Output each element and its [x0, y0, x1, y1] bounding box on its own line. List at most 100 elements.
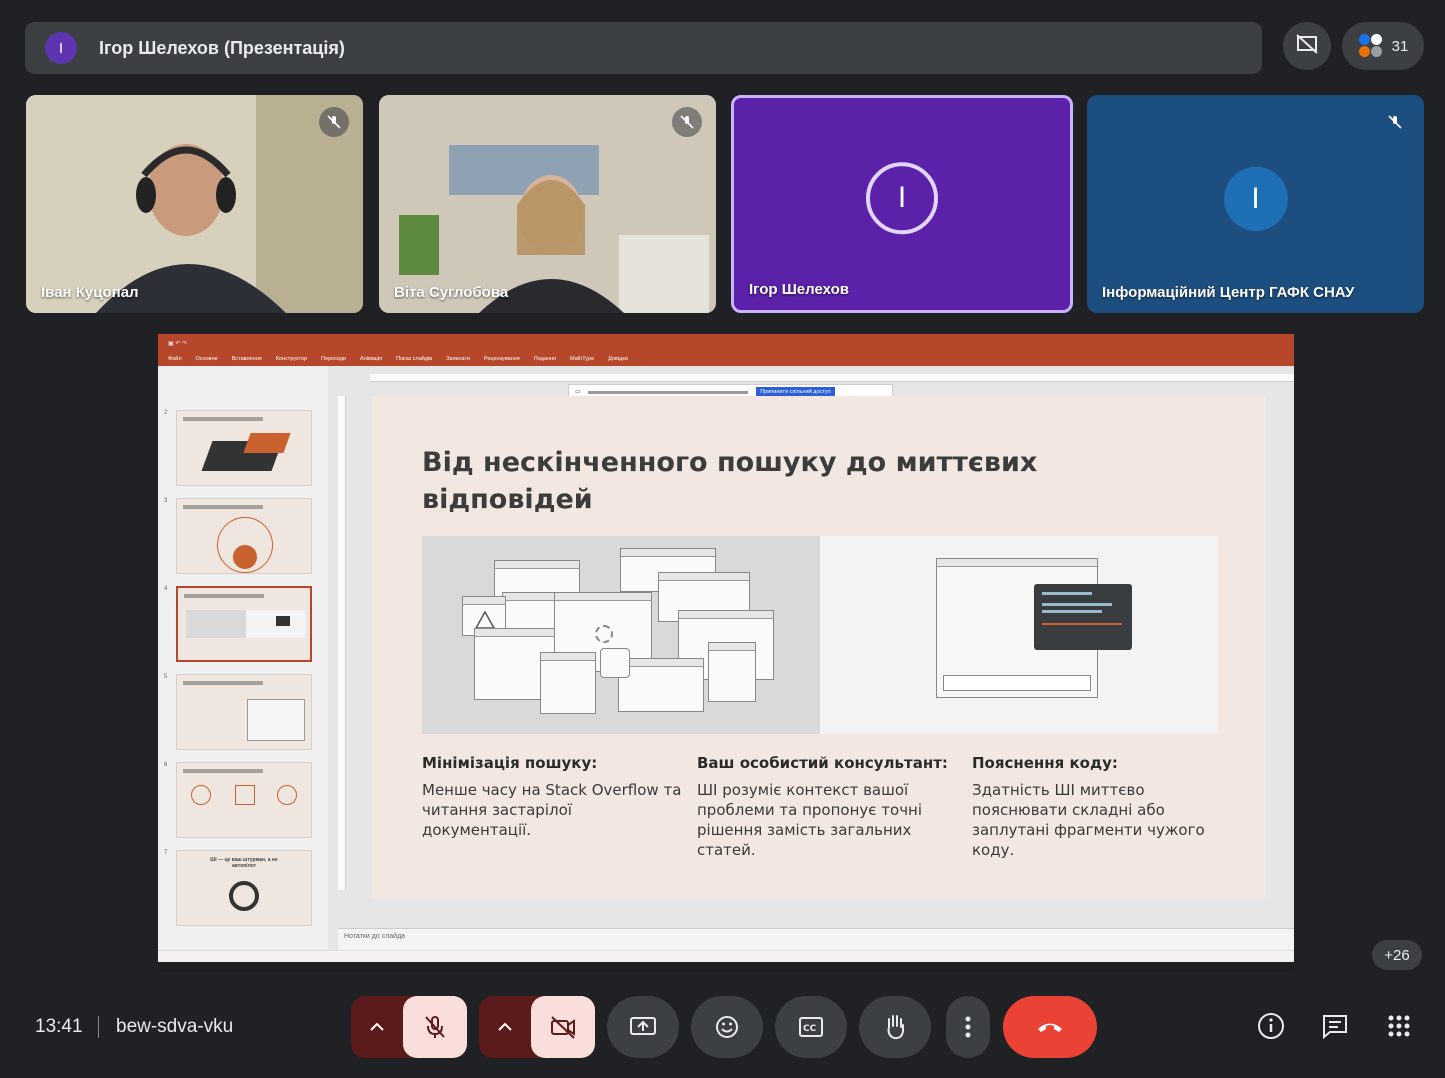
participant-video [26, 95, 363, 313]
windows-taskbar [158, 962, 1294, 972]
ribbon-tab: MathType [570, 356, 594, 362]
thumb-number: 7 [164, 850, 167, 856]
participant-name: Іван Куцопал [41, 284, 139, 301]
participant-avatars-icon [1358, 33, 1384, 59]
activities-button[interactable] [1383, 1010, 1415, 1042]
thumb-number: 6 [164, 762, 167, 768]
thumb-number: 2 [164, 410, 167, 416]
slide-thumbnails: 2 3 4 5 6 [158, 366, 328, 950]
notice-text [588, 391, 748, 394]
meeting-code: bew-sdva-vku [116, 1016, 233, 1038]
meeting-time: 13:41 [35, 1016, 83, 1038]
leave-call-button[interactable] [1003, 996, 1097, 1058]
chat-icon [1321, 1013, 1349, 1039]
slide-column: Мінімізація пошуку: Менше часу на Stack … [422, 754, 682, 840]
participant-avatar: І [1224, 167, 1288, 231]
participant-name: Віта Суглобова [394, 284, 508, 301]
camera-toggle-button[interactable] [531, 996, 595, 1058]
participant-tile[interactable]: Іван Куцопал [26, 95, 363, 313]
ppt-statusbar [158, 950, 1294, 962]
emoji-icon [714, 1014, 740, 1040]
ppt-ribbon: Файл Основне Вставлення Конструктор Пере… [158, 352, 1294, 366]
presentation-off-icon [1295, 33, 1319, 60]
vertical-ruler [338, 396, 346, 890]
presentation-title: Ігор Шелехов (Презентація) [99, 38, 345, 59]
save-icon: ▣ ↶ ↷ [168, 340, 187, 347]
column-text: ШІ розуміє контекст вашої проблеми та пр… [697, 780, 957, 860]
column-text: Менше часу на Stack Overflow та читання … [422, 780, 682, 840]
ribbon-tab: Анімація [360, 356, 382, 362]
slide-thumbnail-selected [176, 586, 312, 662]
captions-button[interactable]: CC [775, 996, 847, 1058]
video-options-button[interactable] [479, 996, 531, 1058]
ribbon-tab: Вставлення [232, 356, 262, 362]
slide-thumbnail [176, 498, 312, 574]
more-options-button[interactable] [946, 996, 990, 1058]
svg-text:CC: CC [803, 1024, 817, 1034]
camera-control [479, 996, 595, 1058]
thumb-title: ШІ — це ваш штурман, а не автопілот [199, 857, 289, 869]
thumb-number: 4 [164, 586, 167, 592]
participant-tile[interactable]: Віта Суглобова [379, 95, 716, 313]
thumb-number: 5 [164, 674, 167, 680]
mic-off-icon [319, 107, 349, 137]
participants-button[interactable]: 31 [1342, 22, 1424, 70]
slide-column: Пояснення коду: Здатність ШІ миттєво поя… [972, 754, 1232, 860]
ribbon-tab: Записати [446, 356, 470, 362]
participant-avatar: І [866, 162, 938, 234]
horizontal-ruler [370, 374, 1294, 382]
slide-thumbnail: ШІ — це ваш штурман, а не автопілот [176, 850, 312, 926]
slide-notes: Нотатки до слайда [338, 928, 1294, 950]
mic-off-icon [422, 1014, 448, 1040]
mic-off-icon [1380, 107, 1410, 137]
participant-tile[interactable]: І Інформаційний Центр ГАФК СНАУ [1087, 95, 1424, 313]
audio-options-button[interactable] [351, 996, 403, 1058]
microphone-control [351, 996, 467, 1058]
more-vertical-icon [965, 1016, 971, 1038]
participants-count: 31 [1392, 38, 1409, 55]
column-heading: Пояснення коду: [972, 754, 1232, 772]
column-heading: Мінімізація пошуку: [422, 754, 682, 772]
participant-tile-active-speaker[interactable]: І Ігор Шелехов [731, 95, 1073, 313]
ribbon-tab: Основне [196, 356, 218, 362]
ribbon-tab: Рецензування [484, 356, 520, 362]
current-slide: Від нескінченного пошуку до миттєвих від… [372, 396, 1266, 898]
ribbon-tab: Переходи [321, 356, 346, 362]
ppt-titlebar: ▣ ↶ ↷ [158, 334, 1294, 352]
ribbon-tab: Показ слайдів [396, 356, 432, 362]
camera-off-icon [549, 1015, 577, 1039]
more-participants-badge[interactable]: +26 [1372, 940, 1422, 970]
chevron-up-icon [498, 1022, 512, 1032]
participant-video [379, 95, 716, 313]
ppt-workspace: 2 3 4 5 6 [158, 366, 1294, 950]
column-heading: Ваш особистий консультант: [697, 754, 957, 772]
column-text: Здатність ШІ миттєво пояснювати складні … [972, 780, 1232, 860]
chat-button[interactable] [1319, 1010, 1351, 1042]
raise-hand-icon [882, 1013, 908, 1041]
search-illustration [422, 536, 820, 734]
slide-thumbnail [176, 762, 312, 838]
presenter-avatar: І [45, 32, 77, 64]
slide-thumbnail [176, 674, 312, 750]
microphone-toggle-button[interactable] [403, 996, 467, 1058]
chevron-up-icon [370, 1022, 384, 1032]
ribbon-tab: Довідка [608, 356, 628, 362]
divider [98, 1016, 99, 1038]
participant-name: Інформаційний Центр ГАФК СНАУ [1102, 284, 1354, 301]
shared-screen: ▣ ↶ ↷ Файл Основне Вставлення Конструкто… [158, 334, 1294, 972]
info-icon [1257, 1012, 1285, 1040]
presentation-hidden-button[interactable] [1283, 22, 1331, 70]
slide-column: Ваш особистий консультант: ШІ розуміє ко… [697, 754, 957, 860]
raise-hand-button[interactable] [859, 996, 931, 1058]
ribbon-tab: Подання [534, 356, 556, 362]
screen-share-icon: ▭ [575, 389, 580, 395]
participant-name: Ігор Шелехов [749, 281, 849, 298]
presentation-header: І Ігор Шелехов (Презентація) [25, 22, 1262, 74]
present-screen-button[interactable] [607, 996, 679, 1058]
meeting-details-button[interactable] [1255, 1010, 1287, 1042]
mic-off-icon [672, 107, 702, 137]
slide-thumbnail [176, 410, 312, 486]
reactions-button[interactable] [691, 996, 763, 1058]
captions-icon: CC [798, 1016, 824, 1038]
slide-title: Від нескінченного пошуку до миттєвих від… [422, 444, 1062, 518]
